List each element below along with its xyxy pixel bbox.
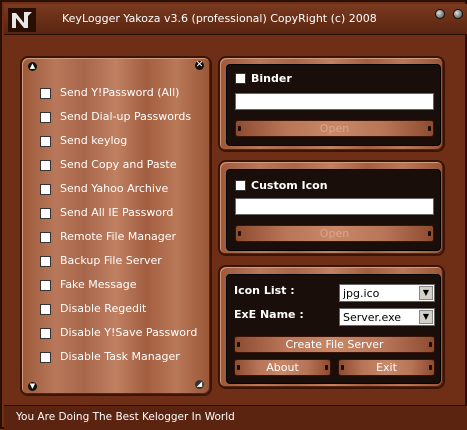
close-panel-icon[interactable]: ✕: [195, 61, 204, 70]
exe-name-select[interactable]: Server.exe ▼: [339, 308, 435, 326]
binder-path-field[interactable]: [235, 93, 434, 110]
binder-open-button[interactable]: Open: [235, 120, 434, 137]
about-button[interactable]: About: [234, 359, 331, 376]
binder-panel: Binder Open: [226, 64, 441, 146]
option-label: Send keylog: [60, 134, 128, 147]
option-checkbox[interactable]: [40, 280, 51, 291]
option-label: Send All IE Password: [60, 206, 174, 219]
scroll-up-icon[interactable]: ▲: [28, 62, 37, 71]
custom-icon-panel: Custom Icon Open: [226, 169, 441, 251]
icon-list-select[interactable]: jpg.ico ▼: [339, 284, 435, 302]
icon-list-value: jpg.ico: [343, 287, 380, 300]
main-window: KeyLogger Yakoza v3.6 (professional) Cop…: [0, 0, 467, 430]
scroll-down-icon[interactable]: ▼: [28, 382, 37, 391]
option-label: Disable Task Manager: [60, 350, 180, 363]
option-label: Send Copy and Paste: [60, 158, 177, 171]
exit-label: Exit: [376, 361, 397, 374]
custom-icon-label: Custom Icon: [251, 179, 328, 192]
option-checkbox[interactable]: [40, 256, 51, 267]
about-label: About: [266, 361, 299, 374]
option-checkbox[interactable]: [40, 184, 51, 195]
status-bar: You Are Doing The Best Kelogger In World: [4, 405, 467, 430]
option-checkbox[interactable]: [40, 328, 51, 339]
option-checkbox[interactable]: [40, 352, 51, 363]
option-checkbox[interactable]: [40, 232, 51, 243]
exe-name-label: ExE Name :: [234, 308, 304, 321]
binder-label: Binder: [251, 72, 292, 85]
binder-open-label: Open: [319, 122, 350, 135]
chevron-down-icon[interactable]: ▼: [419, 310, 433, 324]
custom-icon-checkbox[interactable]: [235, 180, 246, 191]
server-panel: Icon List : jpg.ico ▼ ExE Name : Server.…: [226, 274, 441, 384]
option-checkbox[interactable]: [40, 208, 51, 219]
exit-button[interactable]: Exit: [338, 359, 435, 376]
option-label: Send Y!Password (All): [60, 86, 180, 99]
option-checkbox[interactable]: [40, 304, 51, 315]
option-label: Send Dial-up Passwords: [60, 110, 192, 123]
icon-list-label: Icon List :: [234, 284, 295, 297]
option-checkbox[interactable]: [40, 88, 51, 99]
options-frame: [20, 56, 212, 396]
window-title: KeyLogger Yakoza v3.6 (professional) Cop…: [62, 12, 377, 25]
resize-grip-icon[interactable]: ◢: [195, 380, 204, 389]
option-checkbox[interactable]: [40, 112, 51, 123]
create-file-server-button[interactable]: Create File Server: [234, 336, 435, 353]
custom-icon-open-label: Open: [319, 227, 350, 240]
options-scroll-area[interactable]: [28, 58, 206, 394]
option-checkbox[interactable]: [40, 136, 51, 147]
option-checkbox[interactable]: [40, 160, 51, 171]
create-file-server-label: Create File Server: [285, 338, 384, 351]
option-label: Send Yahoo Archive: [60, 182, 169, 195]
exe-name-value: Server.exe: [343, 311, 402, 324]
app-logo-icon: [8, 8, 36, 32]
option-label: Disable Y!Save Password: [60, 326, 198, 339]
option-label: Disable Regedit: [60, 302, 147, 315]
custom-icon-open-button[interactable]: Open: [235, 225, 434, 242]
custom-icon-path-field[interactable]: [235, 198, 434, 215]
chevron-down-icon[interactable]: ▼: [419, 286, 433, 300]
option-label: Fake Message: [60, 278, 137, 291]
option-label: Backup File Server: [60, 254, 162, 267]
title-bar[interactable]: KeyLogger Yakoza v3.6 (professional) Cop…: [4, 4, 467, 35]
option-label: Remote File Manager: [60, 230, 177, 243]
close-button[interactable]: [453, 9, 463, 19]
status-text: You Are Doing The Best Kelogger In World: [16, 411, 235, 423]
minimize-button[interactable]: [435, 9, 445, 19]
binder-checkbox[interactable]: [235, 73, 246, 84]
